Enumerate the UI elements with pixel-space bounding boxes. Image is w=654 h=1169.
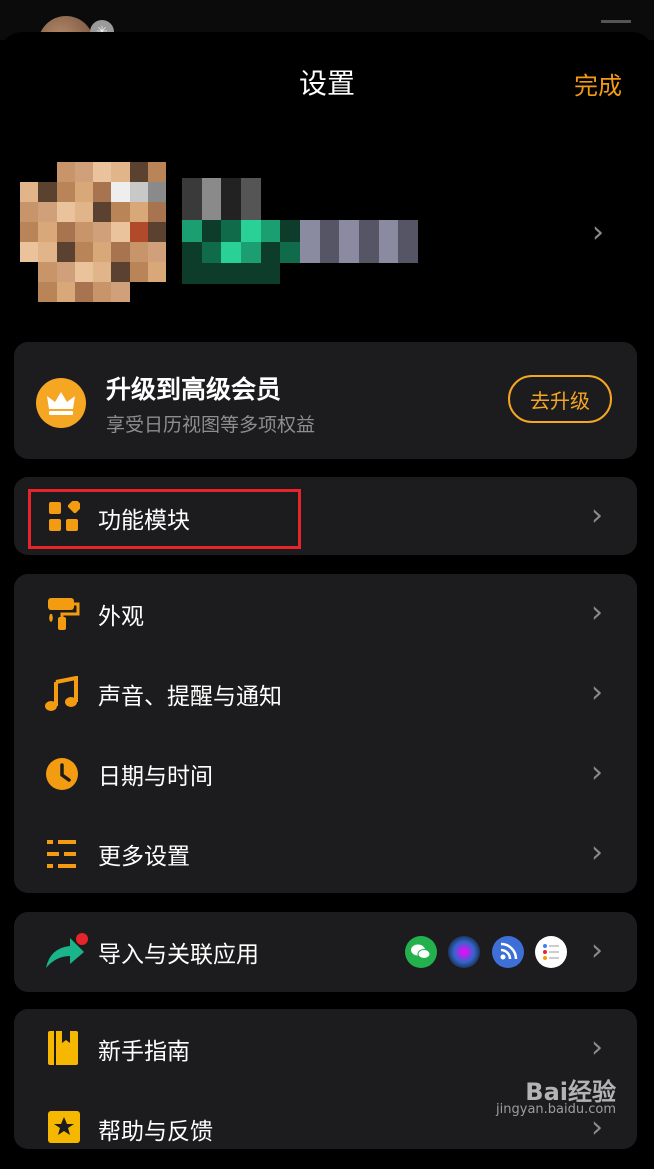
background-menu-icon bbox=[601, 20, 631, 23]
list-settings-icon bbox=[44, 836, 80, 872]
crown-icon bbox=[36, 378, 86, 428]
paint-roller-icon bbox=[44, 596, 80, 632]
highlight-box bbox=[28, 489, 301, 549]
settings-item-appearance[interactable]: 外观 › bbox=[14, 574, 637, 654]
chevron-right-icon: › bbox=[591, 675, 603, 710]
vip-subtitle: 享受日历视图等多项权益 bbox=[106, 414, 316, 436]
chevron-right-icon: › bbox=[591, 595, 603, 630]
settings-group-card: 外观 › 声音、提醒与通知 › 日期与时间 › 更多设置 › bbox=[14, 574, 637, 893]
chevron-right-icon: › bbox=[591, 755, 603, 790]
siri-icon bbox=[448, 936, 480, 968]
vip-title: 升级到高级会员 bbox=[106, 375, 282, 404]
help-item-label: 新手指南 bbox=[98, 1039, 190, 1065]
settings-item-label: 更多设置 bbox=[98, 844, 190, 870]
chevron-right-icon: › bbox=[591, 498, 603, 533]
settings-item-label: 声音、提醒与通知 bbox=[98, 684, 282, 710]
settings-item-more[interactable]: 更多设置 › bbox=[14, 814, 637, 894]
watermark-url: jingyan.baidu.com bbox=[496, 1102, 616, 1117]
chevron-right-icon: › bbox=[591, 1110, 603, 1145]
chevron-right-icon: › bbox=[592, 215, 604, 250]
vip-upgrade-card[interactable]: 升级到高级会员 享受日历视图等多项权益 去升级 bbox=[14, 342, 637, 459]
music-note-icon bbox=[44, 675, 80, 712]
settings-item-datetime[interactable]: 日期与时间 › bbox=[14, 734, 637, 814]
reminders-icon bbox=[535, 936, 567, 968]
rss-icon bbox=[492, 936, 524, 968]
profile-row[interactable]: › bbox=[0, 150, 654, 310]
help-item-label: 帮助与反馈 bbox=[98, 1119, 213, 1145]
settings-item-sound[interactable]: 声音、提醒与通知 › bbox=[14, 654, 637, 734]
chevron-right-icon: › bbox=[591, 835, 603, 870]
settings-item-label: 日期与时间 bbox=[98, 764, 213, 790]
star-icon bbox=[46, 1109, 82, 1145]
avatar bbox=[20, 162, 166, 302]
share-arrow-icon bbox=[44, 932, 88, 972]
settings-item-label: 外观 bbox=[98, 604, 144, 630]
page-title: 设置 bbox=[298, 67, 355, 100]
wechat-icon bbox=[405, 936, 437, 968]
username-pixelated bbox=[182, 178, 418, 284]
done-button[interactable]: 完成 bbox=[574, 66, 622, 101]
chevron-right-icon: › bbox=[591, 1030, 603, 1065]
upgrade-button[interactable]: 去升级 bbox=[508, 375, 612, 423]
clock-icon bbox=[44, 756, 80, 792]
import-label: 导入与关联应用 bbox=[98, 942, 259, 968]
book-icon bbox=[46, 1029, 82, 1065]
chevron-right-icon: › bbox=[591, 933, 603, 968]
